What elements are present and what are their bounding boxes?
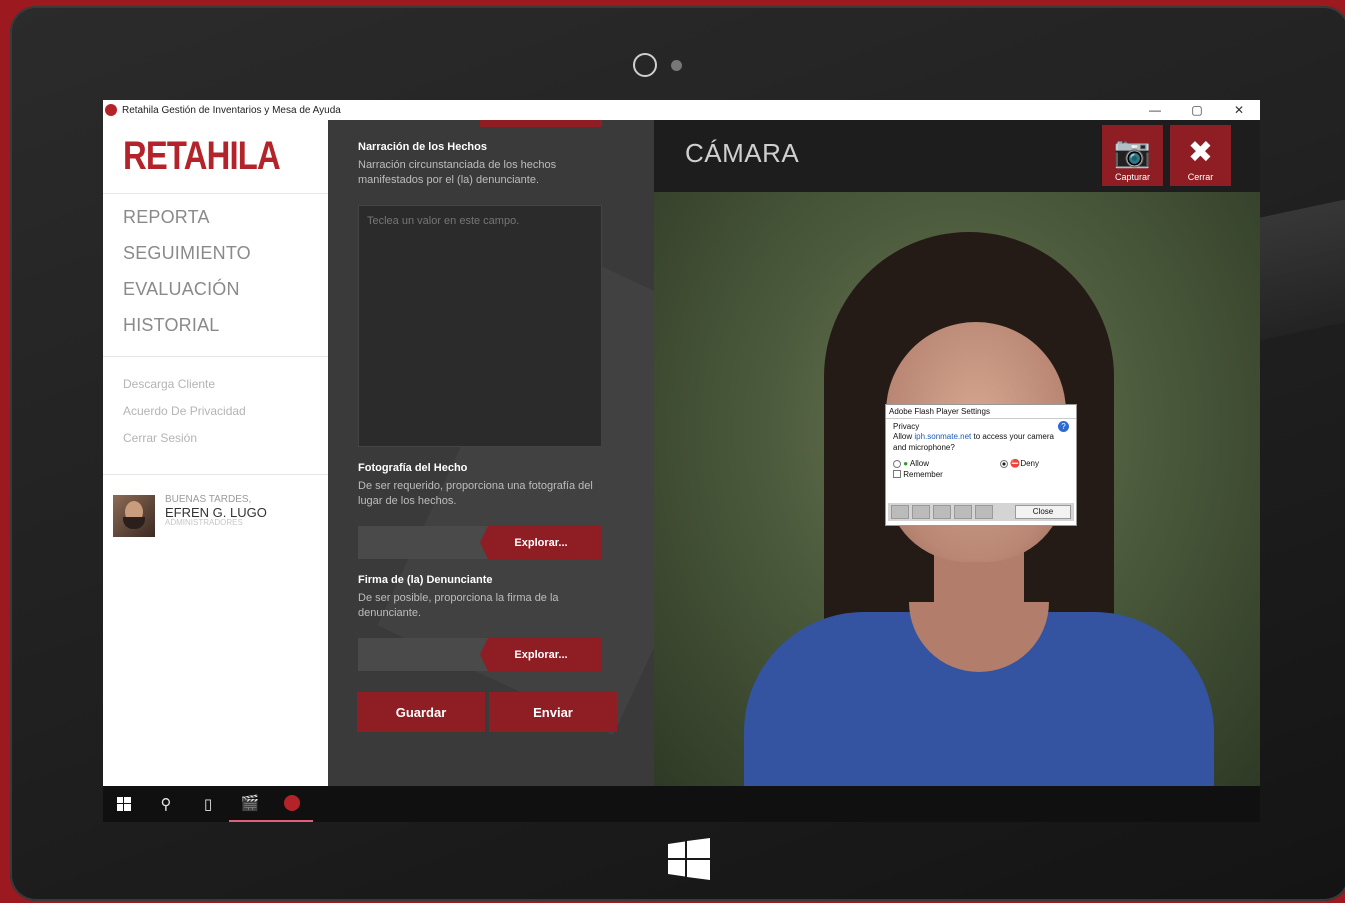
taskbar-app-retahila[interactable] bbox=[271, 786, 313, 822]
nav-historial[interactable]: HISTORIAL bbox=[123, 315, 220, 336]
narracion-desc: Narración circunstanciada de los hechos … bbox=[358, 159, 557, 186]
search-icon: ⚲ bbox=[160, 796, 172, 813]
firma-desc: De ser posible, proporciona la firma de … bbox=[358, 592, 559, 619]
minimize-button[interactable]: — bbox=[1134, 103, 1176, 117]
windows-hardware-button-icon[interactable] bbox=[668, 838, 710, 880]
capture-button[interactable]: 📷 Capturar bbox=[1102, 125, 1163, 186]
retahila-app-icon bbox=[284, 795, 300, 811]
close-icon: ✖ bbox=[1187, 136, 1214, 169]
avatar bbox=[113, 495, 155, 537]
flash-toolbar: Close bbox=[888, 503, 1074, 521]
save-button[interactable]: Guardar bbox=[357, 692, 485, 732]
close-camera-button[interactable]: ✖ Cerrar bbox=[1170, 125, 1231, 186]
privacy-label: Privacy bbox=[893, 422, 920, 431]
help-icon[interactable]: ? bbox=[1058, 421, 1069, 432]
start-button[interactable] bbox=[103, 786, 145, 822]
search-button[interactable]: ⚲ bbox=[145, 786, 187, 822]
fotografia-file-field[interactable]: Explorar... bbox=[358, 526, 602, 559]
divider bbox=[103, 193, 328, 194]
sidebar: RETAHILA REPORTA SEGUIMIENTO EVALUACIÓN … bbox=[103, 120, 328, 786]
sensor-dot bbox=[671, 60, 682, 71]
taskbar: ⚲ ▯ 🎬 bbox=[103, 786, 1260, 822]
narracion-textarea[interactable] bbox=[358, 205, 602, 447]
camera-icon: 📷 bbox=[1113, 136, 1152, 169]
brand-logo[interactable]: RETAHILA bbox=[123, 134, 281, 179]
nav-evaluacion[interactable]: EVALUACIÓN bbox=[123, 279, 240, 300]
user-profile: BUENAS TARDES, EFREN G. LUGO ADMINISTRAD… bbox=[113, 494, 267, 537]
scrolled-button-edge bbox=[480, 120, 602, 127]
privacy-message: Allow iph.sonmate.net to access your cam… bbox=[893, 432, 1054, 452]
firma-title: Firma de (la) Denunciante bbox=[358, 574, 493, 586]
close-label: Cerrar bbox=[1187, 172, 1214, 182]
flash-close-button[interactable]: Close bbox=[1015, 505, 1071, 519]
divider bbox=[103, 474, 328, 475]
divider bbox=[103, 356, 328, 357]
storage-settings-icon[interactable] bbox=[933, 505, 951, 519]
privacy-settings-icon[interactable] bbox=[912, 505, 930, 519]
domain-link: iph.sonmate.net bbox=[914, 432, 972, 442]
link-acuerdo-privacidad[interactable]: Acuerdo De Privacidad bbox=[123, 404, 246, 418]
taskbar-app-media[interactable]: 🎬 bbox=[229, 786, 271, 822]
allow-radio[interactable]: ● Allow bbox=[893, 459, 929, 469]
link-descarga-cliente[interactable]: Descarga Cliente bbox=[123, 377, 215, 391]
camera-settings-icon[interactable] bbox=[975, 505, 993, 519]
task-view-button[interactable]: ▯ bbox=[187, 786, 229, 822]
microphone-settings-icon[interactable] bbox=[954, 505, 972, 519]
narracion-title: Narración de los Hechos bbox=[358, 141, 487, 153]
remember-checkbox[interactable]: Remember bbox=[893, 470, 1069, 480]
capture-label: Capturar bbox=[1114, 172, 1150, 182]
user-name: EFREN G. LUGO bbox=[165, 504, 267, 520]
display-settings-icon[interactable] bbox=[891, 505, 909, 519]
firma-file-field[interactable]: Explorar... bbox=[358, 638, 602, 671]
send-button[interactable]: Enviar bbox=[489, 692, 617, 732]
maximize-button[interactable]: ▢ bbox=[1176, 103, 1218, 117]
fotografia-title: Fotografía del Hecho bbox=[358, 462, 468, 474]
nav-seguimiento[interactable]: SEGUIMIENTO bbox=[123, 243, 251, 264]
windows-start-icon bbox=[117, 797, 131, 811]
link-cerrar-sesion[interactable]: Cerrar Sesión bbox=[123, 431, 197, 445]
fotografia-desc: De ser requerido, proporciona una fotogr… bbox=[358, 480, 593, 507]
front-camera-icon bbox=[633, 53, 657, 77]
flash-settings-dialog: Adobe Flash Player Settings ? Privacy Al… bbox=[885, 404, 1077, 526]
window-title: Retahila Gestión de Inventarios y Mesa d… bbox=[122, 104, 341, 116]
nav-reporta[interactable]: REPORTA bbox=[123, 207, 210, 228]
camera-title: CÁMARA bbox=[685, 138, 800, 168]
firma-browse-button[interactable]: Explorar... bbox=[480, 638, 602, 671]
webcam-video-feed: Adobe Flash Player Settings ? Privacy Al… bbox=[654, 192, 1260, 786]
close-window-button[interactable]: ✕ bbox=[1218, 103, 1260, 117]
window-titlebar: Retahila Gestión de Inventarios y Mesa d… bbox=[103, 100, 1260, 120]
task-view-icon: ▯ bbox=[203, 796, 213, 813]
user-greeting: BUENAS TARDES, bbox=[165, 494, 252, 505]
user-role: ADMINISTRADORES bbox=[165, 518, 243, 528]
deny-radio[interactable]: ⛔Deny bbox=[1000, 459, 1039, 469]
flash-dialog-title: Adobe Flash Player Settings bbox=[886, 405, 1076, 419]
app-screen: Retahila Gestión de Inventarios y Mesa d… bbox=[103, 100, 1260, 822]
fotografia-browse-button[interactable]: Explorar... bbox=[480, 526, 602, 559]
app-logo-icon bbox=[105, 104, 117, 116]
report-form-panel: Narración de los Hechos Narración circun… bbox=[328, 120, 654, 786]
clapperboard-icon: 🎬 bbox=[240, 795, 260, 812]
camera-panel: CÁMARA 📷 Capturar ✖ Cerrar Adobe Flash P… bbox=[654, 120, 1260, 786]
